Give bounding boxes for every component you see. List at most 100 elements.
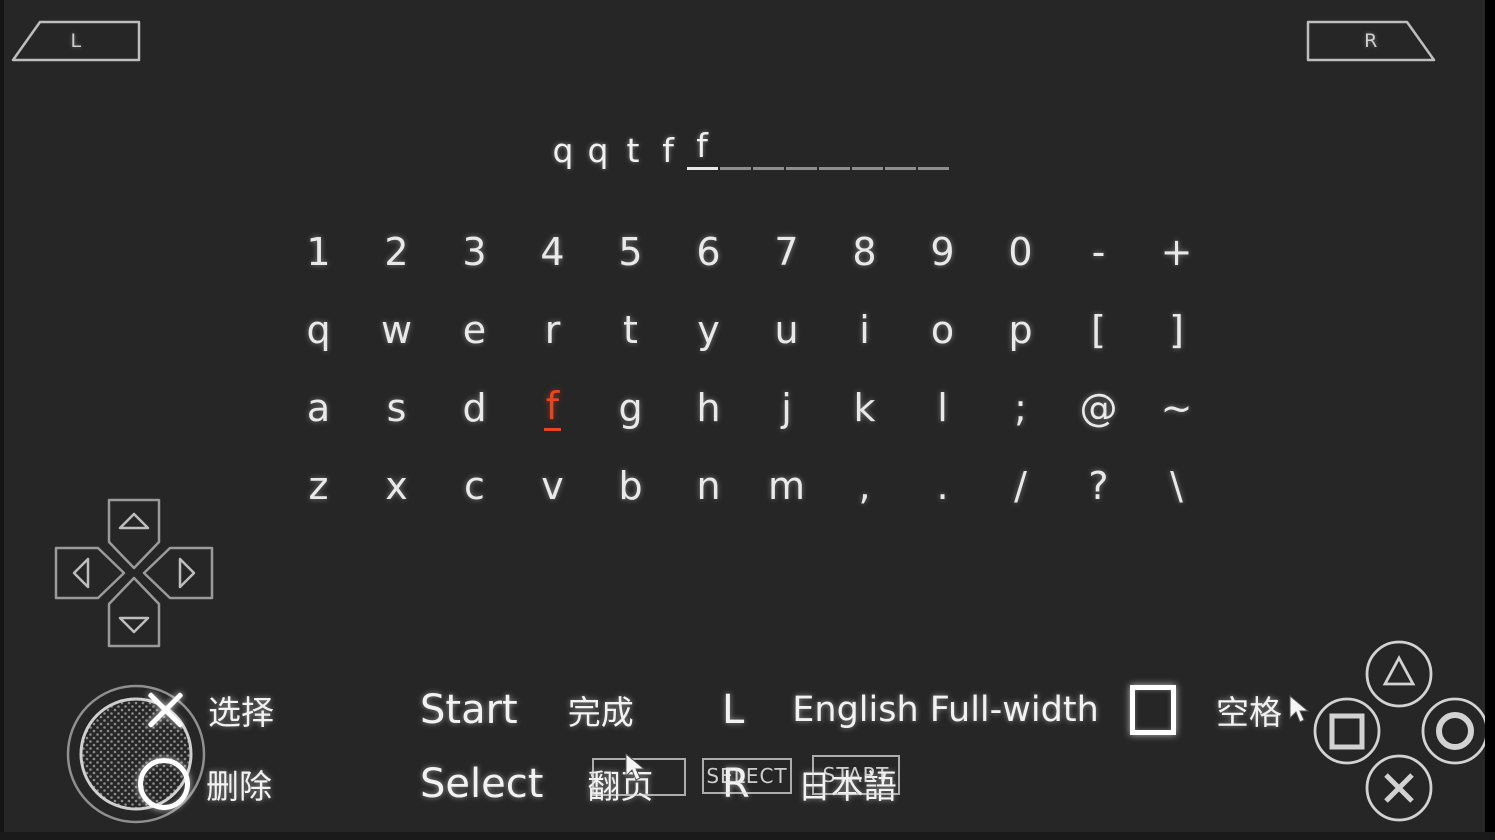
dpad-down-arrow [118, 616, 150, 634]
key-h[interactable]: h [670, 389, 748, 430]
key-w[interactable]: w [358, 311, 436, 352]
key-label: m [767, 463, 806, 508]
key-o[interactable]: o [904, 311, 982, 352]
shoulder-button-r[interactable]: R [1305, 18, 1437, 64]
key-q[interactable]: q [280, 311, 358, 352]
key-label: 3 [462, 229, 487, 274]
touch-button-start[interactable]: START [812, 755, 900, 795]
input-empty-slot [851, 126, 883, 170]
key-x[interactable]: x [358, 467, 436, 508]
key-label: k [853, 385, 876, 430]
input-char: f [662, 131, 674, 170]
key-u[interactable]: u [748, 311, 826, 352]
key-label: y [697, 307, 720, 352]
key-7[interactable]: 7 [748, 233, 826, 274]
screen-edge-left [0, 0, 4, 840]
key-9[interactable]: 9 [904, 233, 982, 274]
key-][interactable]: ] [1138, 311, 1216, 352]
key-r[interactable]: r [514, 311, 592, 352]
touch-button-select[interactable]: SELECT [702, 758, 792, 794]
input-empty-slot [719, 126, 751, 170]
key-n[interactable]: n [670, 467, 748, 508]
key-t[interactable]: t [592, 311, 670, 352]
square-icon [1329, 713, 1365, 750]
dpad[interactable] [52, 492, 216, 654]
key-;[interactable]: ; [982, 389, 1060, 430]
key-label: s [386, 385, 407, 430]
triangle-button [1365, 640, 1433, 708]
dpad-up-arrow [118, 512, 150, 530]
shoulder-button-r-label: R [1364, 30, 1378, 52]
key-e[interactable]: e [436, 311, 514, 352]
dpad-left-outline [54, 546, 126, 600]
key-m[interactable]: m [748, 467, 826, 508]
input-char: q [587, 131, 609, 170]
square-icon [1130, 684, 1176, 735]
key-a[interactable]: a [280, 389, 358, 430]
key--[interactable]: - [1060, 233, 1138, 274]
key-label: v [541, 463, 564, 508]
input-char: f [686, 126, 718, 170]
keyboard-row: a s d f g h j k l; @ ~ [0, 370, 1495, 448]
key-b[interactable]: b [592, 467, 670, 508]
analog-stick[interactable] [64, 680, 212, 828]
key-label: r [544, 307, 561, 352]
key-p[interactable]: p [982, 311, 1060, 352]
key-2[interactable]: 2 [358, 233, 436, 274]
keyboard-row: z x c v b n m,. /? \ [0, 448, 1495, 526]
key-\[interactable]: \ [1138, 467, 1216, 508]
key-@[interactable]: @ [1060, 389, 1138, 430]
key-label: 7 [774, 229, 799, 274]
key-+[interactable]: + [1138, 233, 1216, 274]
l-key-label: L [722, 686, 745, 733]
key-label: h [696, 385, 721, 430]
key-label: l [937, 385, 948, 430]
key-~[interactable]: ~ [1138, 389, 1216, 430]
key-label: , [858, 463, 871, 508]
controls-legend: 选择 Start 完成 L English Full-width 空格 删除 S… [0, 672, 1495, 822]
face-buttons[interactable] [1303, 636, 1489, 822]
analog-thumb [79, 697, 193, 811]
key-z[interactable]: z [280, 467, 358, 508]
key-/[interactable]: / [982, 467, 1060, 508]
square-button [1313, 697, 1381, 765]
select-key-label: Select [420, 760, 544, 807]
key-label: a [306, 385, 331, 430]
key-c[interactable]: c [436, 467, 514, 508]
key-d[interactable]: d [436, 389, 514, 430]
key-4[interactable]: 4 [514, 233, 592, 274]
key-?[interactable]: ? [1060, 467, 1138, 508]
key-8[interactable]: 8 [826, 233, 904, 274]
key-1[interactable]: 1 [280, 233, 358, 274]
key-3[interactable]: 3 [436, 233, 514, 274]
psp-onscreen-keyboard-screen: L R qqtff 1 2 3 4 5 6 7 8 9 0- + q w e r t y u i o p[] a s d f g h… [0, 0, 1495, 840]
key-s[interactable]: s [358, 389, 436, 430]
dpad-left-arrow [72, 557, 90, 589]
key-f[interactable]: f [514, 387, 592, 431]
key-y[interactable]: y [670, 311, 748, 352]
key-i[interactable]: i [826, 311, 904, 352]
key-.[interactable]: . [904, 467, 982, 508]
text-input-display[interactable]: qqtff [0, 126, 1495, 170]
key-6[interactable]: 6 [670, 233, 748, 274]
key-,[interactable]: , [826, 467, 904, 508]
key-[[interactable]: [ [1060, 311, 1138, 352]
dpad-right-arrow [178, 557, 196, 589]
key-l[interactable]: l [904, 389, 982, 430]
key-5[interactable]: 5 [592, 233, 670, 274]
key-label: x [385, 463, 408, 508]
key-g[interactable]: g [592, 389, 670, 430]
shoulder-button-l[interactable]: L [10, 18, 142, 64]
virtual-keyboard[interactable]: 1 2 3 4 5 6 7 8 9 0- + q w e r t y u i o p[] a s d f g h j k l; @ ~ z x c v… [0, 214, 1495, 526]
key-v[interactable]: v [514, 467, 592, 508]
legend-label-english-fullwidth: English Full-width [792, 689, 1099, 730]
dpad-down-outline [107, 576, 161, 648]
key-k[interactable]: k [826, 389, 904, 430]
legend-label-select: 选择 [208, 692, 274, 732]
key-label: n [696, 463, 721, 508]
key-j[interactable]: j [748, 389, 826, 430]
legend-label-done: 完成 [567, 692, 634, 732]
key-0[interactable]: 0 [982, 233, 1060, 274]
key-label: o [930, 307, 955, 352]
triangle-icon [1382, 655, 1416, 686]
